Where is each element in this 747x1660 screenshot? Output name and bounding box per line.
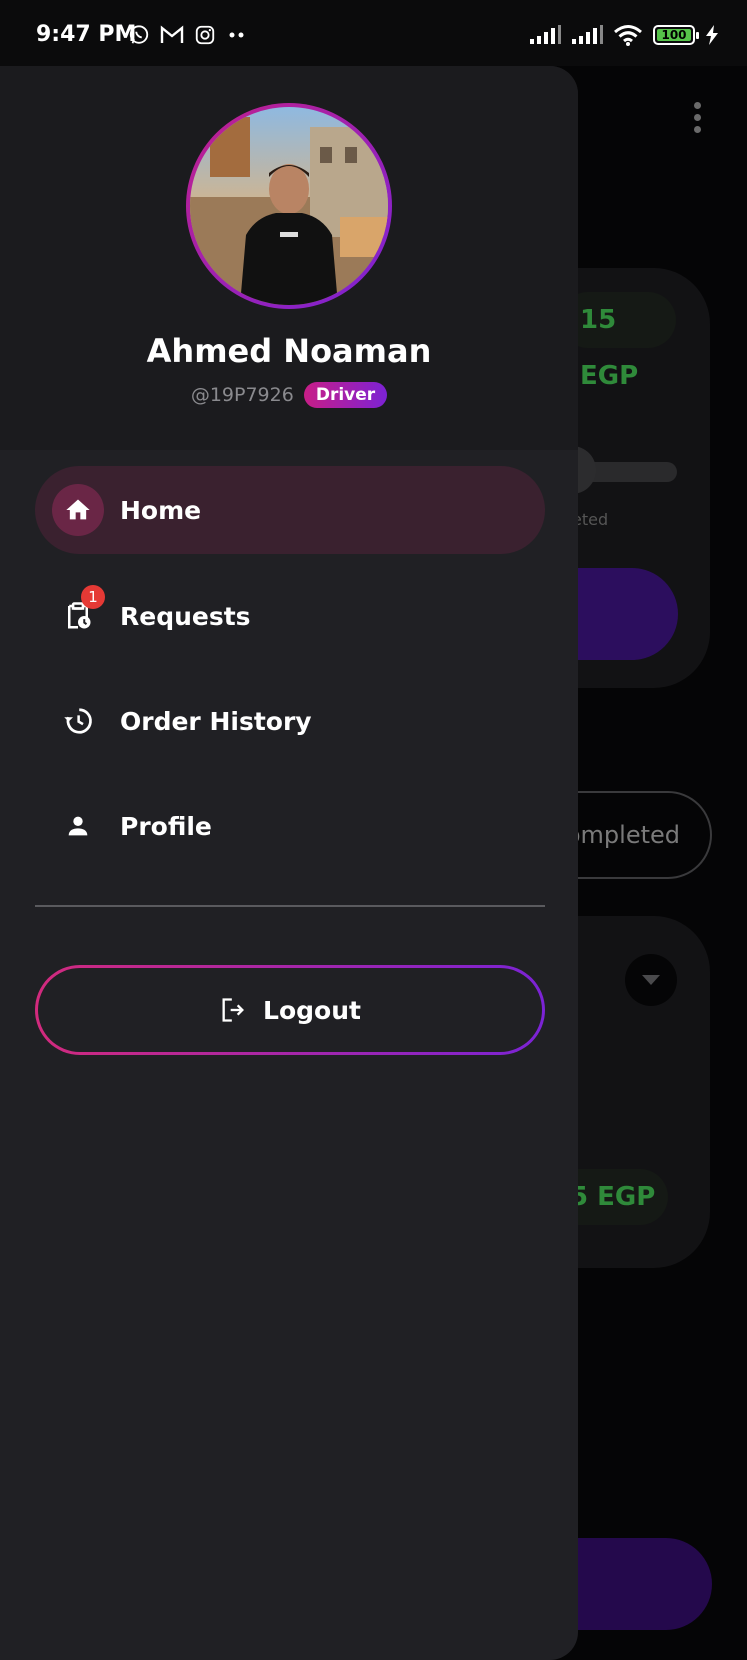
logout-label: Logout [263,995,361,1025]
nav-label: Profile [120,811,212,841]
nav-item-requests[interactable]: 1 Requests [35,572,545,660]
logout-button[interactable]: Logout [35,965,545,1055]
system-icons: 100 [529,24,719,46]
drawer-header: Ahmed Noaman @19P7926 Driver [0,66,578,450]
nav-label: Requests [120,601,251,631]
overflow-menu-icon[interactable] [694,102,701,138]
logout-icon [222,998,245,1022]
clipboard-clock-icon: 1 [52,585,105,642]
nav-label: Order History [120,706,312,736]
avatar-photo [190,107,388,305]
battery-level: 100 [661,28,687,42]
user-handle: @19P7926 [190,384,294,406]
notification-icons [128,24,248,46]
signal-icon [572,25,603,44]
avatar[interactable] [186,103,392,309]
gmail-icon [160,25,184,43]
navigation-drawer: Ahmed Noaman @19P7926 Driver Home 1 Requ… [0,66,578,1660]
divider [35,905,545,907]
person-icon [52,800,104,852]
home-icon [52,484,104,536]
notification-badge: 1 [81,585,105,609]
status-time: 9:47 PM [36,22,137,47]
expand-icon[interactable] [625,954,677,1006]
nav-item-profile[interactable]: Profile [35,782,545,870]
nav-item-home[interactable]: Home [35,466,545,554]
more-dots-icon [229,32,244,38]
history-icon [52,695,104,747]
bolt-icon [706,25,718,45]
user-name: Ahmed Noaman [146,332,432,370]
role-badge: Driver [303,382,388,408]
user-meta: @19P7926 Driver [0,382,578,408]
nav-item-order-history[interactable]: Order History [35,677,545,765]
status-bar: 9:47 PM 100 [0,0,747,66]
signal-icon [530,25,561,44]
battery-indicator: 100 [653,25,699,45]
wifi-icon [614,25,642,46]
instagram-icon [195,25,215,45]
nav-label: Home [120,495,202,525]
whatsapp-icon [129,25,149,44]
